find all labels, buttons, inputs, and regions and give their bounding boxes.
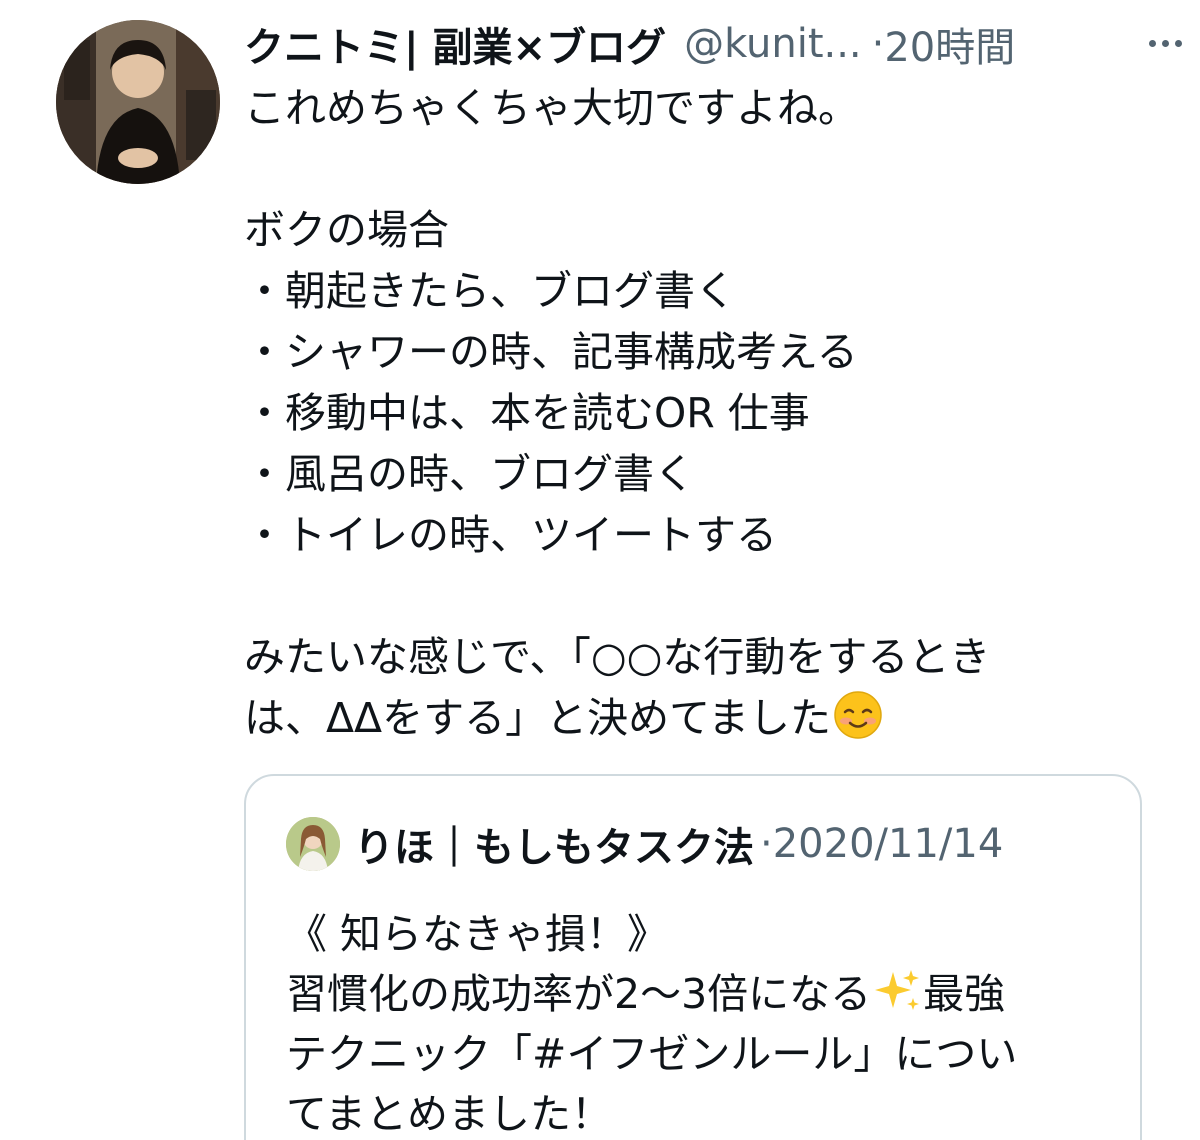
- author-avatar[interactable]: [56, 20, 220, 184]
- author-handle[interactable]: @kunit...: [684, 21, 862, 67]
- quoted-header-separator: ·: [760, 821, 773, 867]
- sparkles-icon: [873, 966, 923, 1032]
- author-display-name[interactable]: クニトミ| 副業×ブログ: [244, 15, 666, 73]
- tweet-text: これめちゃくちゃ大切ですよね。 ボクの場合 ・朝起きたら、ブログ書く ・シャワー…: [244, 78, 1174, 749]
- tweet[interactable]: クニトミ| 副業×ブログ @kunit... · 20時間 これめちゃくちゃ大切…: [0, 0, 1200, 1140]
- tweet-line-text: は、ΔΔをする」と決めてました: [244, 694, 832, 742]
- quoted-line-text: 習慣化の成功率が2〜3倍になる: [286, 970, 872, 1018]
- quoted-line: 《 知らなきゃ損！》: [286, 910, 669, 958]
- more-dot: [1175, 40, 1182, 47]
- more-dot: [1149, 40, 1156, 47]
- tweet-line: ・トイレの時、ツイートする: [244, 511, 777, 559]
- tweet-header: クニトミ| 副業×ブログ @kunit... · 20時間: [244, 16, 1184, 72]
- quoted-tweet[interactable]: りほ｜もしもタスク法 · 2020/11/14 《 知らなきゃ損！》 習慣化の成…: [244, 774, 1142, 1140]
- quoted-line-text: 最強: [923, 970, 1006, 1018]
- tweet-line: ・朝起きたら、ブログ書く: [244, 267, 736, 315]
- quoted-tweet-header: りほ｜もしもタスク法 · 2020/11/14: [286, 816, 1003, 872]
- tweet-line: ・風呂の時、ブログ書く: [244, 450, 695, 498]
- quoted-author-display-name: りほ｜もしもタスク法: [354, 825, 754, 871]
- quoted-tweet-timestamp: 2020/11/14: [772, 821, 1004, 867]
- more-dot: [1162, 40, 1169, 47]
- quoted-line: てまとめました！: [286, 1090, 612, 1138]
- tweet-line-last: は、ΔΔをする」と決めてました: [244, 688, 1174, 749]
- tweet-line: みたいな感じで、「○○な行動をするとき: [244, 633, 991, 681]
- tweet-line: ・シャワーの時、記事構成考える: [244, 328, 858, 376]
- quoted-line: 習慣化の成功率が2〜3倍になる 最強: [286, 964, 1116, 1024]
- tweet-line: ・移動中は、本を読むOR 仕事: [244, 389, 810, 437]
- more-horizontal-icon[interactable]: [1149, 40, 1182, 47]
- tweet-timestamp[interactable]: 20時間: [884, 15, 1015, 73]
- tweet-line: これめちゃくちゃ大切ですよね。: [244, 84, 859, 132]
- header-separator: ·: [871, 21, 885, 67]
- tweet-line: ボクの場合: [244, 206, 449, 254]
- quoted-author-avatar: [286, 817, 340, 871]
- quoted-tweet-text: 《 知らなきゃ損！》 習慣化の成功率が2〜3倍になる 最強 テクニック「#イフゼン…: [286, 904, 1116, 1140]
- smiling-face-icon: [833, 690, 883, 757]
- author-photo: [56, 20, 220, 184]
- quoted-author-photo: [286, 817, 340, 871]
- quoted-line: テクニック「#イフゼンルール」につい: [286, 1030, 1018, 1078]
